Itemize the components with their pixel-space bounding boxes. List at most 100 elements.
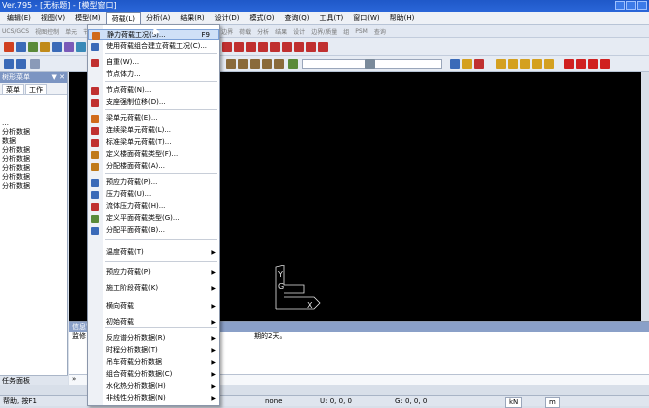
tree-item[interactable]: 分析数据 — [0, 128, 67, 137]
toolbar-tab[interactable]: 视图控制 — [35, 27, 59, 36]
menu-design[interactable]: 设计(D) — [210, 12, 245, 24]
toolbar-tab[interactable]: 组 — [343, 27, 349, 36]
tab-menu[interactable]: 菜单 — [2, 84, 24, 94]
toolbar-tab[interactable]: UCS/GCS — [2, 28, 29, 35]
tree-item[interactable]: 分析数据 — [0, 155, 67, 164]
arrow-up-icon[interactable] — [588, 59, 598, 69]
zoom-out-icon[interactable] — [520, 59, 530, 69]
load-menu-item[interactable]: 流体压力荷载(H)... — [88, 201, 219, 212]
tree-item[interactable]: 分析数据 — [0, 146, 67, 155]
hidden-line-icon[interactable] — [474, 59, 484, 69]
load-menu-item[interactable]: 分配楼面荷载(A)... — [88, 161, 219, 172]
load-menu-item[interactable]: 连续梁单元荷载(L)... — [88, 125, 219, 136]
load-menu-item[interactable]: 使用荷载组合建立荷载工况(C)... — [88, 41, 219, 52]
unselect-icon[interactable] — [262, 59, 272, 69]
arrow-right-icon[interactable] — [576, 59, 586, 69]
load-menu-item[interactable]: 预应力荷载(P)... — [88, 177, 219, 188]
menu-window[interactable]: 窗口(W) — [348, 12, 384, 24]
load-menu-item[interactable]: 温度荷载(T) ▶ — [88, 247, 219, 258]
load-menu-item[interactable]: 初始荷载 ▶ — [88, 317, 219, 328]
save-icon[interactable] — [28, 42, 38, 52]
load-menu-item[interactable]: 时程分析数据(T) ▶ — [88, 345, 219, 356]
toolbar-tab[interactable]: PSM — [355, 28, 368, 35]
load-menu-item[interactable]: 梁单元荷载(E)... — [88, 113, 219, 124]
render-icon[interactable] — [450, 59, 460, 69]
divide-icon[interactable] — [282, 42, 292, 52]
extrude-icon[interactable] — [306, 42, 316, 52]
zoom-in-icon[interactable] — [508, 59, 518, 69]
tree-item[interactable]: … — [0, 119, 67, 128]
menu-view[interactable]: 视图(V) — [36, 12, 70, 24]
toolbar-tab[interactable]: 荷载 — [239, 27, 251, 36]
canvas-scrollbar[interactable] — [641, 72, 649, 321]
zoom-fit-icon[interactable] — [496, 59, 506, 69]
open-file-icon[interactable] — [16, 42, 26, 52]
load-menu-item[interactable]: 施工阶段荷载(K) ▶ — [88, 283, 219, 294]
load-menu-item[interactable]: 组合荷载分析数据(C) ▶ — [88, 369, 219, 380]
load-menu-item[interactable]: 预应力荷载(P) ▶ — [88, 267, 219, 278]
display-icon[interactable] — [76, 42, 86, 52]
toolbar-tab[interactable]: 单元 — [65, 27, 77, 36]
menu-edit[interactable]: 编辑(E) — [2, 12, 36, 24]
menu-model[interactable]: 模型(M) — [70, 12, 106, 24]
force-unit-select[interactable]: kN — [505, 397, 523, 408]
pan-icon[interactable] — [544, 59, 554, 69]
load-menu-item[interactable]: 水化热分析数据(H) ▶ — [88, 381, 219, 392]
element-icon[interactable] — [234, 42, 244, 52]
select-polygon-icon[interactable] — [250, 59, 260, 69]
rotate-icon[interactable] — [258, 42, 268, 52]
tree-item[interactable]: 分析数据 — [0, 182, 67, 191]
load-menu-item[interactable]: 吊车荷载分析数据 ▶ — [88, 357, 219, 368]
delete-icon[interactable] — [270, 42, 280, 52]
zoom-window-icon[interactable] — [532, 59, 542, 69]
load-menu-item[interactable]: 反应谱分析数据(R) ▶ — [88, 333, 219, 344]
coordinate-icon[interactable] — [365, 59, 375, 69]
merge-icon[interactable] — [294, 42, 304, 52]
print-icon[interactable] — [40, 42, 50, 52]
load-menu-item[interactable]: 节点荷载(N)... — [88, 85, 219, 96]
undo-icon[interactable] — [4, 59, 14, 69]
mirror-icon[interactable] — [318, 42, 328, 52]
length-unit-select[interactable]: m — [545, 397, 560, 408]
toolbar-tab[interactable]: 设计 — [293, 27, 305, 36]
minimize-button[interactable] — [615, 1, 625, 10]
menu-query[interactable]: 查询(Q) — [279, 12, 314, 24]
toolbar-tab[interactable]: 分析 — [257, 27, 269, 36]
tree-item[interactable]: 分析数据 — [0, 164, 67, 173]
mesh-icon[interactable] — [64, 42, 74, 52]
load-menu-item[interactable]: 横向荷载 ▶ — [88, 301, 219, 312]
model-view-icon[interactable] — [52, 42, 62, 52]
select-all-icon[interactable] — [274, 59, 284, 69]
tree-item[interactable]: 数据 — [0, 137, 67, 146]
load-menu-item[interactable]: 定义平面荷载类型(G)... — [88, 213, 219, 224]
load-menu-item[interactable]: 自重(W)... — [88, 57, 219, 68]
refresh-icon[interactable] — [30, 59, 40, 69]
load-menu-item[interactable]: 压力荷载(U)... — [88, 189, 219, 200]
arrow-left-icon[interactable] — [564, 59, 574, 69]
toolbar-tab[interactable]: 边界 — [221, 27, 233, 36]
tree-item[interactable]: 分析数据 — [0, 173, 67, 182]
load-menu-item[interactable]: 节点体力... — [88, 69, 219, 80]
redo-icon[interactable] — [16, 59, 26, 69]
toolbar-tab[interactable]: 边界/质量 — [311, 27, 337, 36]
load-menu-item[interactable]: 非线性分析数据(N) ▶ — [88, 393, 219, 404]
menu-help[interactable]: 帮助(H) — [385, 12, 420, 24]
node-icon[interactable] — [222, 42, 232, 52]
load-menu-item[interactable]: 分配平面荷载(B)... — [88, 225, 219, 236]
task-panel-tab[interactable]: 任务面板 — [0, 375, 68, 385]
maximize-button[interactable] — [626, 1, 636, 10]
select-icon[interactable] — [226, 59, 236, 69]
toolbar-tab[interactable]: 结果 — [275, 27, 287, 36]
toolbar-tab[interactable]: 查询 — [374, 27, 386, 36]
menu-load[interactable]: 荷载(L) — [105, 12, 142, 24]
menu-analysis[interactable]: 分析(A) — [141, 12, 175, 24]
load-menu-item[interactable]: 支座强制位移(D)... — [88, 97, 219, 108]
load-menu-item[interactable]: 标准梁单元荷载(T)... — [88, 137, 219, 148]
close-button[interactable] — [637, 1, 647, 10]
menu-tools[interactable]: 工具(T) — [314, 12, 348, 24]
translate-icon[interactable] — [246, 42, 256, 52]
pin-icon[interactable]: ▼ ✕ — [52, 72, 65, 83]
arrow-down-icon[interactable] — [600, 59, 610, 69]
menu-mode[interactable]: 模式(O) — [245, 12, 280, 24]
menu-results[interactable]: 结果(R) — [175, 12, 209, 24]
